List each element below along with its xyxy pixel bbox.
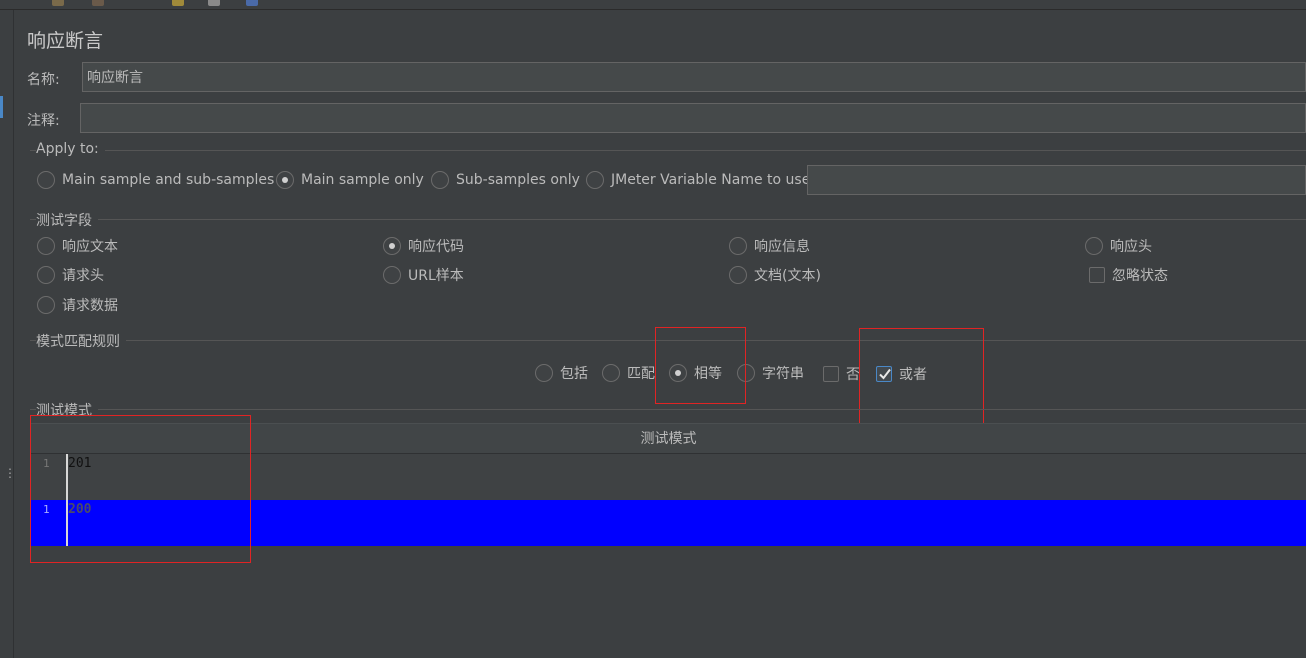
checkbox-not[interactable]: 否 <box>823 364 860 384</box>
toolbar-icon[interactable] <box>172 0 184 6</box>
radio-button[interactable] <box>431 171 449 189</box>
radio-substring[interactable]: 字符串 <box>737 363 804 383</box>
highlight-box-patterns <box>30 415 251 563</box>
radio-label: 匹配 <box>627 366 655 382</box>
radio-button[interactable] <box>586 171 604 189</box>
radio-label: 响应头 <box>1110 239 1152 255</box>
radio-url-sampled[interactable]: URL样本 <box>383 265 464 285</box>
radio-jmeter-variable[interactable]: JMeter Variable Name to use <box>586 171 810 189</box>
radio-button[interactable] <box>37 237 55 255</box>
checkbox-label: 否 <box>846 367 860 383</box>
radio-button-selected[interactable] <box>276 171 294 189</box>
radio-label: Sub-samples only <box>456 172 580 188</box>
comment-label: 注释: <box>27 113 60 129</box>
radio-button-selected[interactable] <box>383 237 401 255</box>
radio-response-text[interactable]: 响应文本 <box>37 236 118 256</box>
radio-main-and-sub-samples[interactable]: Main sample and sub-samples <box>37 171 274 189</box>
radio-button[interactable] <box>383 266 401 284</box>
radio-response-message[interactable]: 响应信息 <box>729 236 810 256</box>
radio-button[interactable] <box>37 266 55 284</box>
name-label: 名称: <box>27 72 60 88</box>
jmeter-variable-field[interactable] <box>807 165 1306 195</box>
pattern-rules-title: 模式匹配规则 <box>36 331 126 351</box>
selection-marker <box>0 96 3 118</box>
radio-label: 包括 <box>560 366 588 382</box>
comment-input[interactable] <box>81 104 1305 132</box>
radio-button[interactable] <box>37 171 55 189</box>
checkbox[interactable] <box>1089 267 1105 283</box>
apply-to-title: Apply to: <box>36 141 105 157</box>
radio-contains[interactable]: 包括 <box>535 363 588 383</box>
radio-matches[interactable]: 匹配 <box>602 363 655 383</box>
radio-label: 文档(文本) <box>754 268 821 284</box>
apply-to-group-border <box>30 150 1306 151</box>
radio-button[interactable] <box>602 364 620 382</box>
test-field-title: 测试字段 <box>36 210 98 230</box>
radio-button[interactable] <box>1085 237 1103 255</box>
toolbar-icon[interactable] <box>208 0 220 6</box>
radio-sub-samples-only[interactable]: Sub-samples only <box>431 171 580 189</box>
radio-label: 请求头 <box>62 268 104 284</box>
toolbar-icon[interactable] <box>92 0 104 6</box>
radio-response-code[interactable]: 响应代码 <box>383 236 464 256</box>
radio-label: Main sample only <box>301 172 424 188</box>
radio-label: 请求数据 <box>62 298 118 314</box>
comment-field[interactable] <box>80 103 1306 133</box>
radio-label: 响应代码 <box>408 239 464 255</box>
radio-button[interactable] <box>729 266 747 284</box>
test-patterns-group-border <box>30 409 1306 410</box>
name-field[interactable] <box>82 62 1306 92</box>
toolbar-strip <box>0 0 1306 10</box>
radio-request-headers[interactable]: 请求头 <box>37 265 104 285</box>
toolbar-icon[interactable] <box>52 0 64 6</box>
highlight-box-or <box>859 328 984 437</box>
radio-button[interactable] <box>37 296 55 314</box>
test-field-group-border <box>30 219 1306 220</box>
radio-label: 响应信息 <box>754 239 810 255</box>
checkbox[interactable] <box>823 366 839 382</box>
radio-button[interactable] <box>729 237 747 255</box>
radio-label: Main sample and sub-samples <box>62 172 275 188</box>
checkbox-ignore-status[interactable]: 忽略状态 <box>1089 265 1168 285</box>
name-input[interactable] <box>83 63 1305 91</box>
radio-button[interactable] <box>535 364 553 382</box>
radio-request-data[interactable]: 请求数据 <box>37 295 118 315</box>
toolbar-icon[interactable] <box>246 0 258 6</box>
panel-title: 响应断言 <box>27 30 104 52</box>
checkbox-label: 忽略状态 <box>1112 268 1168 284</box>
jmeter-variable-input[interactable] <box>808 166 1305 194</box>
radio-main-sample-only[interactable]: Main sample only <box>276 171 424 189</box>
highlight-box-equals <box>655 327 746 404</box>
radio-label: URL样本 <box>408 268 464 284</box>
radio-document-text[interactable]: 文档(文本) <box>729 265 821 285</box>
radio-label: JMeter Variable Name to use <box>611 172 811 188</box>
drag-handle-icon[interactable]: ⋮ <box>4 467 16 490</box>
radio-label: 字符串 <box>762 366 804 382</box>
radio-response-headers[interactable]: 响应头 <box>1085 236 1152 256</box>
left-splitter[interactable]: ⋮ <box>0 10 16 658</box>
radio-label: 响应文本 <box>62 239 118 255</box>
